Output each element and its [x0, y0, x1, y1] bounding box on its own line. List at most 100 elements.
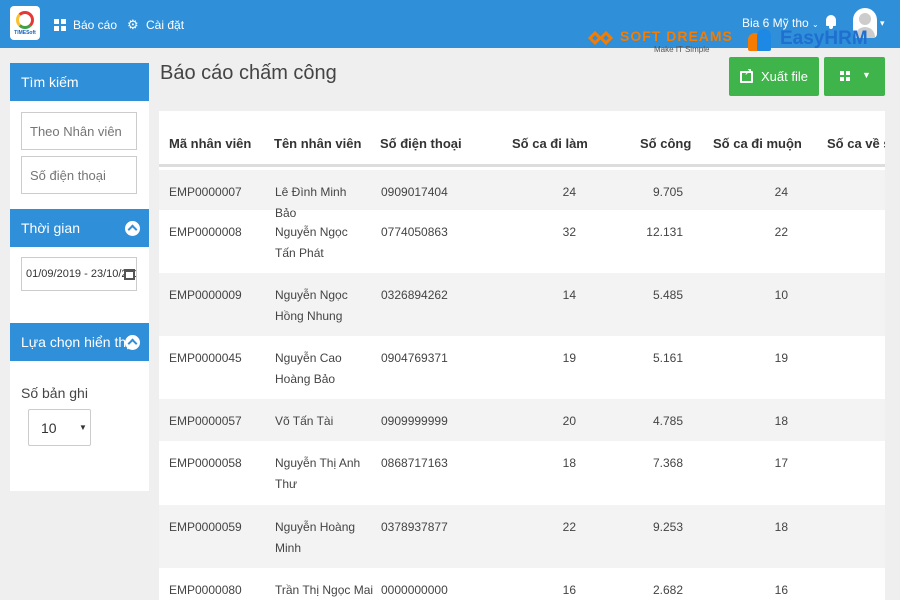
- late-shifts-cell: 19: [774, 351, 788, 365]
- shifts-cell: 22: [562, 520, 576, 534]
- export-icon: [740, 67, 753, 83]
- gear-icon: ⚙: [127, 17, 139, 32]
- employee-id-cell: EMP0000057: [169, 414, 242, 428]
- employee-search-input[interactable]: [21, 112, 137, 150]
- display-panel-header[interactable]: Lựa chọn hiển thị: [10, 323, 149, 361]
- late-shifts-cell: 16: [774, 583, 788, 597]
- col-header-shifts-worked[interactable]: Số ca đi làm: [512, 136, 588, 151]
- workdays-cell: 4.785: [652, 414, 683, 428]
- employee-name-cell: Trần Thị Ngọc Mai: [275, 583, 374, 597]
- nav-bao-cao-label: Báo cáo: [73, 18, 118, 32]
- employee-name-cell: Nguyễn Ngọc Tấn Phát: [275, 225, 348, 260]
- table-row[interactable]: EMP0000045 Nguyễn Cao Hoàng Bảo 09047693…: [159, 336, 885, 399]
- workdays-cell: 7.368: [652, 456, 683, 470]
- phone-cell: 0000000000: [381, 583, 448, 597]
- collapse-up-icon[interactable]: [125, 221, 140, 236]
- employee-id-cell: EMP0000059: [169, 520, 242, 534]
- easyhrm-wordmark: EasyHRM: [780, 28, 868, 49]
- phone-cell: 0909999999: [381, 414, 448, 428]
- employee-name-cell: Nguyễn Hoàng Minh: [275, 520, 356, 555]
- logo-gauge-icon: [16, 11, 34, 29]
- softdreams-logo: SOFT DREAMS Make IT Simple: [587, 28, 733, 56]
- collapse-up-icon[interactable]: [125, 335, 140, 350]
- late-shifts-cell: 24: [774, 185, 788, 199]
- phone-cell: 0774050863: [381, 225, 448, 239]
- column-picker-button[interactable]: ▼: [824, 57, 885, 96]
- nav-cai-dat[interactable]: ⚙ Cài đặt: [127, 16, 184, 34]
- table-row[interactable]: EMP0000057 Võ Tấn Tài 0909999999 20 4.78…: [159, 399, 885, 441]
- nav-cai-dat-label: Cài đặt: [146, 18, 185, 32]
- softdreams-mark-icon: [587, 28, 618, 50]
- shifts-cell: 18: [562, 456, 576, 470]
- avatar-caret-icon[interactable]: ▾: [880, 18, 885, 29]
- search-panel-header[interactable]: Tìm kiếm: [10, 63, 149, 101]
- softdreams-tagline: Make IT Simple: [654, 45, 710, 54]
- table-row[interactable]: EMP0000059 Nguyễn Hoàng Minh 0378937877 …: [159, 505, 885, 568]
- phone-cell: 0868717163: [381, 456, 448, 470]
- records-per-page-value: 10: [41, 419, 57, 436]
- phone-cell: 0904769371: [381, 351, 448, 365]
- caret-down-icon: ▼: [862, 70, 871, 80]
- late-shifts-cell: 18: [774, 414, 788, 428]
- table-row[interactable]: EMP0000007 Lê Đình Minh Bảo 0909017404 2…: [159, 170, 885, 220]
- late-shifts-cell: 10: [774, 288, 788, 302]
- shifts-cell: 24: [562, 185, 576, 199]
- phone-search-input[interactable]: [21, 156, 137, 194]
- export-file-button[interactable]: Xuất file: [729, 57, 819, 96]
- calendar-icon[interactable]: [124, 269, 135, 280]
- logo-text: TIMESoft: [14, 30, 36, 36]
- phone-cell: 0326894262: [381, 288, 448, 302]
- workdays-cell: 5.161: [652, 351, 683, 365]
- shifts-cell: 32: [562, 225, 576, 239]
- workdays-cell: 9.705: [652, 185, 683, 199]
- filter-sidebar: Tìm kiếm Thời gian 01/09/2019 - 23/10/20…: [10, 63, 149, 491]
- shifts-cell: 19: [562, 351, 576, 365]
- easyhrm-logo: EasyHRM: [748, 27, 868, 51]
- employee-name-cell: Nguyễn Ngọc Hồng Nhung: [275, 288, 348, 323]
- employee-name-cell: Nguyễn Cao Hoàng Bảo: [275, 351, 342, 386]
- col-header-early-leave[interactable]: Số ca về sớm: [827, 136, 885, 151]
- col-header-employee-name[interactable]: Tên nhân viên: [274, 136, 361, 151]
- records-per-page-select[interactable]: 10 ▼: [28, 409, 91, 446]
- display-panel-title: Lựa chọn hiển thị: [21, 334, 130, 350]
- time-panel-title: Thời gian: [21, 220, 80, 236]
- employee-id-cell: EMP0000009: [169, 288, 242, 302]
- table-row[interactable]: EMP0000009 Nguyễn Ngọc Hồng Nhung 032689…: [159, 273, 885, 336]
- late-shifts-cell: 18: [774, 520, 788, 534]
- employee-id-cell: EMP0000058: [169, 456, 242, 470]
- app-logo[interactable]: TIMESoft: [10, 6, 40, 40]
- shifts-cell: 14: [562, 288, 576, 302]
- workdays-cell: 2.682: [652, 583, 683, 597]
- employee-id-cell: EMP0000008: [169, 225, 242, 239]
- workdays-cell: 5.485: [652, 288, 683, 302]
- softdreams-wordmark: SOFT DREAMS: [620, 28, 733, 44]
- shifts-cell: 16: [562, 583, 576, 597]
- time-panel-header[interactable]: Thời gian: [10, 209, 149, 247]
- shifts-cell: 20: [562, 414, 576, 428]
- phone-cell: 0909017404: [381, 185, 448, 199]
- search-panel-title: Tìm kiếm: [21, 74, 79, 90]
- table-row[interactable]: EMP0000058 Nguyễn Thị Anh Thư 0868717163…: [159, 441, 885, 505]
- employee-id-cell: EMP0000045: [169, 351, 242, 365]
- col-header-employee-id[interactable]: Mã nhân viên: [169, 136, 251, 151]
- grid-icon: [840, 71, 850, 81]
- easyhrm-people-icon: [748, 27, 778, 51]
- late-shifts-cell: 17: [774, 456, 788, 470]
- nav-bao-cao[interactable]: Báo cáo: [54, 16, 117, 34]
- table-row[interactable]: EMP0000008 Nguyễn Ngọc Tấn Phát 07740508…: [159, 210, 885, 273]
- col-header-phone[interactable]: Số điện thoại: [380, 136, 462, 151]
- workdays-cell: 9.253: [652, 520, 683, 534]
- records-label: Số bản ghi: [21, 385, 88, 401]
- col-header-late-shifts[interactable]: Số ca đi muộn: [713, 136, 802, 151]
- late-shifts-cell: 22: [774, 225, 788, 239]
- col-header-workdays[interactable]: Số công: [640, 136, 691, 151]
- caret-down-icon: ▼: [79, 423, 87, 432]
- table-row[interactable]: EMP0000080 Trần Thị Ngọc Mai 0000000000 …: [159, 568, 885, 600]
- workdays-cell: 12.131: [646, 225, 683, 239]
- table-header: Mã nhân viên Tên nhân viên Số điện thoại…: [159, 111, 885, 167]
- employee-id-cell: EMP0000080: [169, 583, 242, 597]
- date-range-input[interactable]: 01/09/2019 - 23/10/2019: [21, 257, 137, 291]
- phone-cell: 0378937877: [381, 520, 448, 534]
- employee-id-cell: EMP0000007: [169, 185, 242, 199]
- grid-icon: [54, 19, 66, 31]
